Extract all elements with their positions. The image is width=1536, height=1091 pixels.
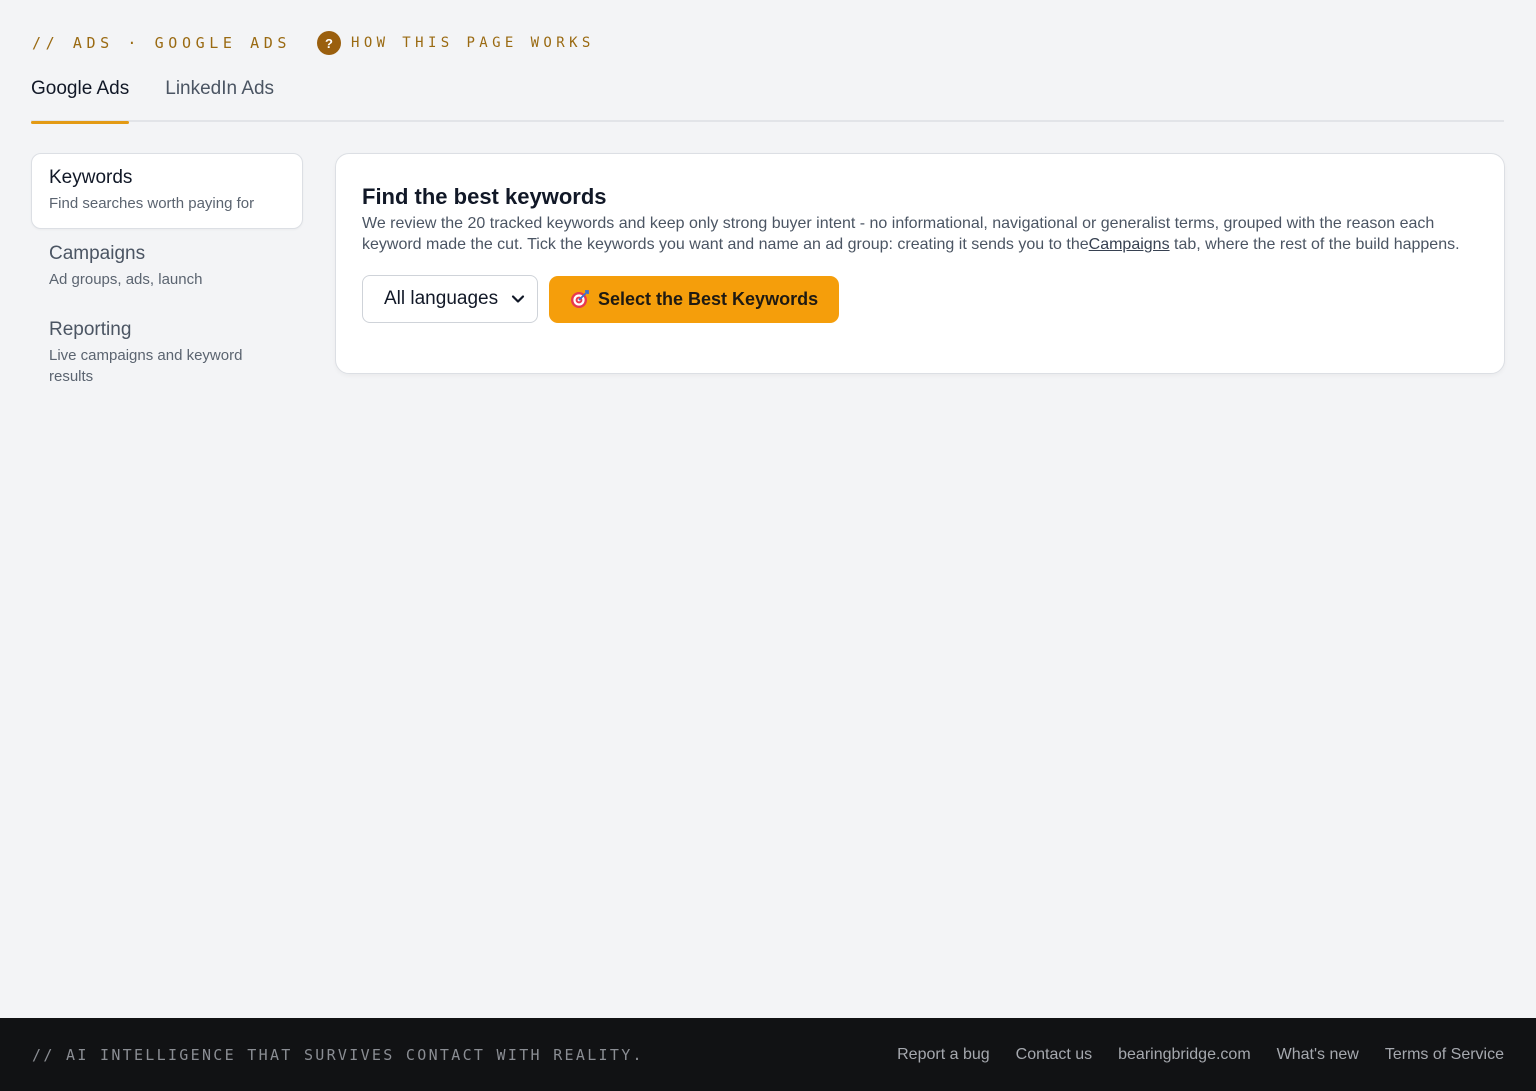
target-icon [570, 289, 590, 309]
sidenav-item-subtitle: Live campaigns and keyword results [49, 347, 243, 385]
sidenav-item-campaigns[interactable]: Campaigns Ad groups, ads, launch [31, 229, 303, 305]
footer-link-report-bug[interactable]: Report a bug [897, 1046, 990, 1064]
sidenav-item-title: Keywords [49, 167, 133, 188]
breadcrumb: // ADS · GOOGLE ADS [32, 34, 291, 52]
chevron-down-icon [511, 292, 525, 306]
question-icon: ? [316, 31, 341, 55]
tab-google-ads[interactable]: Google Ads [31, 70, 130, 124]
page-header: // ADS · GOOGLE ADS ? HOW THIS PAGE WORK… [32, 30, 595, 56]
campaigns-link[interactable]: Campaigns [1089, 236, 1170, 253]
language-select-value: All languages [384, 288, 499, 309]
description-text-end: tab, where the rest of the build happens… [1169, 236, 1460, 253]
footer-link-whats-new[interactable]: What's new [1277, 1046, 1359, 1064]
footer-link-terms[interactable]: Terms of Service [1385, 1046, 1504, 1064]
card-description: We review the 20 tracked keywords and ke… [362, 213, 1462, 255]
card-controls: All languages Select the Best Keywords [362, 275, 1478, 323]
card-title: Find the best keywords [362, 184, 607, 209]
platform-tabs: Google Ads LinkedIn Ads [31, 70, 1504, 124]
footer-tagline: // AI INTELLIGENCE THAT SURVIVES CONTACT… [32, 1045, 644, 1064]
button-label: Select the Best Keywords [598, 288, 819, 309]
sidenav-item-subtitle: Ad groups, ads, launch [49, 271, 203, 288]
sidenav-item-keywords[interactable]: Keywords Find searches worth paying for [31, 153, 303, 229]
footer: // AI INTELLIGENCE THAT SURVIVES CONTACT… [0, 1018, 1536, 1091]
sidenav-item-title: Campaigns [49, 243, 146, 264]
sidenav-item-reporting[interactable]: Reporting Live campaigns and keyword res… [31, 305, 303, 402]
keywords-card: Find the best keywords We review the 20 … [335, 153, 1505, 374]
sidenav-item-title: Reporting [49, 319, 132, 340]
footer-link-contact[interactable]: Contact us [1016, 1046, 1092, 1064]
footer-link-website[interactable]: bearingbridge.com [1118, 1046, 1251, 1064]
sidenav-item-subtitle: Find searches worth paying for [49, 195, 255, 212]
select-best-keywords-button[interactable]: Select the Best Keywords [549, 275, 840, 323]
tab-linkedin-ads[interactable]: LinkedIn Ads [165, 70, 274, 122]
how-this-page-works-link[interactable]: ? HOW THIS PAGE WORKS [316, 31, 595, 55]
language-select[interactable]: All languages [362, 275, 538, 323]
side-nav: Keywords Find searches worth paying for … [31, 153, 303, 402]
footer-links: Report a bug Contact us bearingbridge.co… [871, 1046, 1504, 1064]
help-label: HOW THIS PAGE WORKS [350, 35, 595, 51]
